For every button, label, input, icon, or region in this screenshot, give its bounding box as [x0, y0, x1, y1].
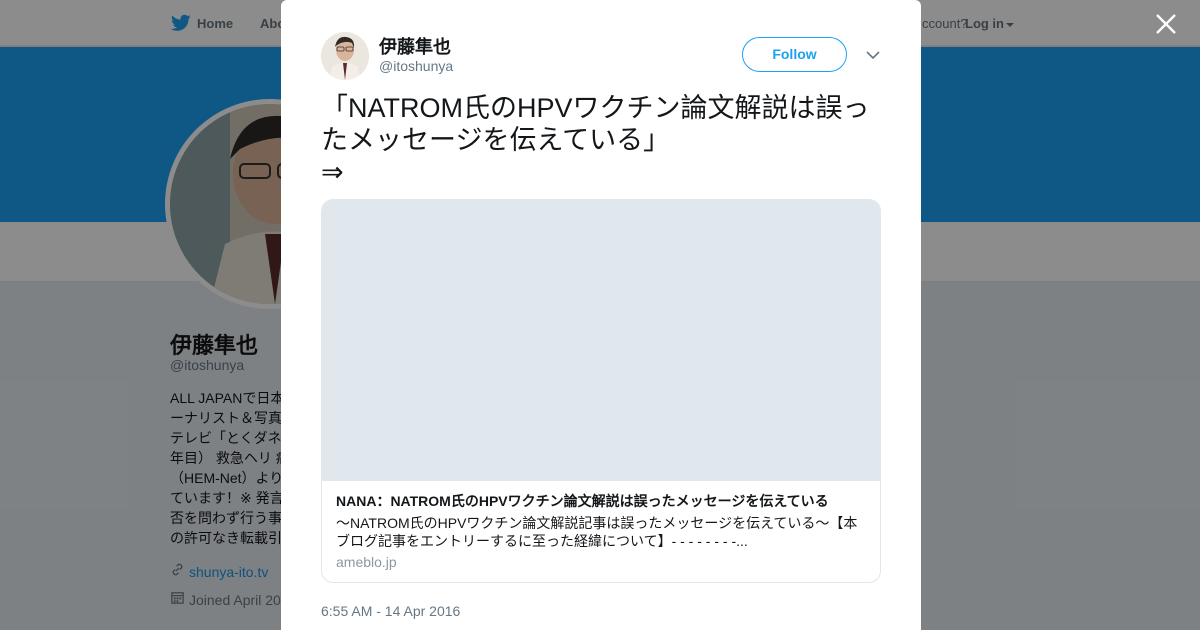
card-title: NANA：NATROM氏のHPVワクチン論文解説は誤ったメッセージを伝えている — [336, 493, 829, 509]
author-handle[interactable]: @itoshunya — [379, 58, 453, 74]
chevron-down-icon[interactable] — [865, 48, 881, 62]
card-image — [322, 200, 880, 481]
link-card[interactable]: NANA：NATROM氏のHPVワクチン論文解説は誤ったメッセージを伝えている … — [321, 199, 881, 583]
follow-button[interactable]: Follow — [742, 37, 847, 72]
card-description: ～NATROM氏のHPVワクチン論文解説記事は誤ったメッセージを伝えている～【本… — [336, 515, 858, 549]
close-icon[interactable] — [1154, 12, 1178, 36]
author-avatar[interactable] — [321, 32, 369, 80]
author-name[interactable]: 伊藤隼也 — [379, 33, 451, 59]
tweet-timestamp[interactable]: 6:55 AM - 14 Apr 2016 — [321, 603, 460, 619]
tweet-modal: 伊藤隼也 @itoshunya Follow 「NATROM氏のHPVワクチン論… — [281, 0, 921, 630]
tweet-text: 「NATROM氏のHPVワクチン論文解説は誤ったメッセージを伝えている」 ⇒ — [321, 93, 870, 187]
card-domain: ameblo.jp — [336, 554, 397, 570]
author-photo — [321, 32, 369, 80]
